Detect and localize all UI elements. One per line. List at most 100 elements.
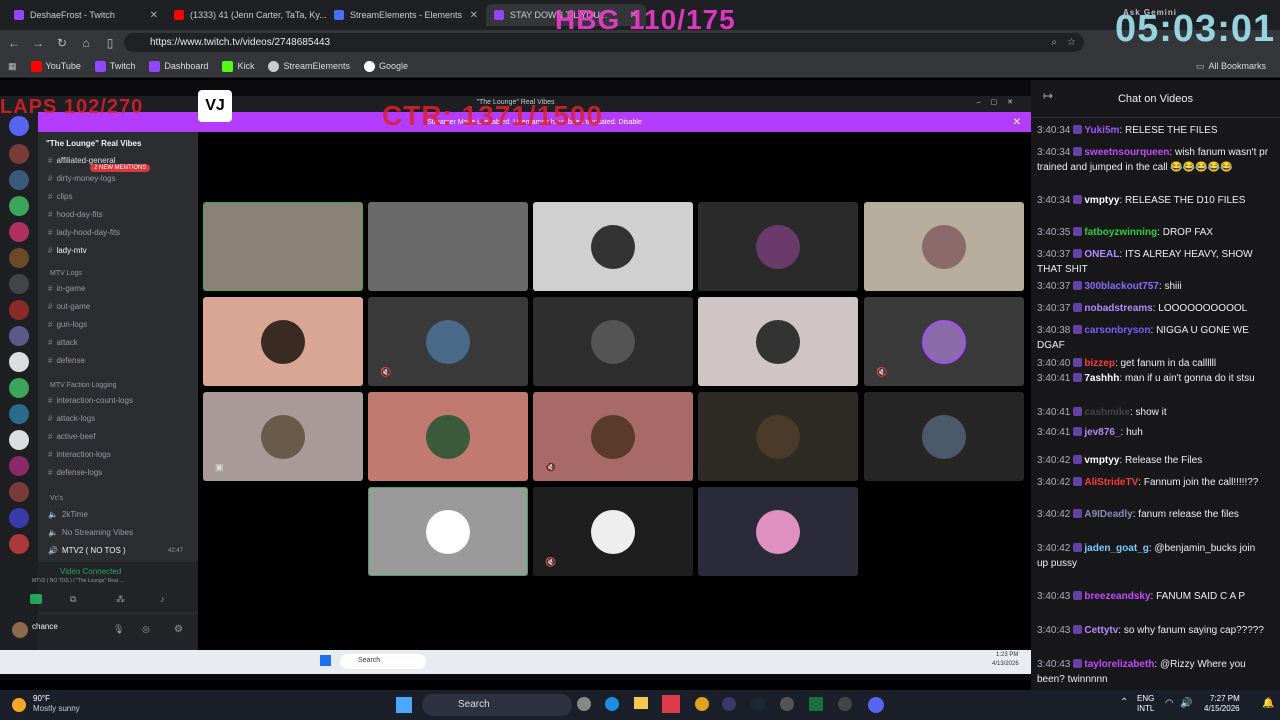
reload-icon[interactable]: ↻ — [50, 36, 74, 50]
mentions-badge[interactable]: 2 NEW MENTIONS — [90, 164, 151, 172]
video-tile[interactable] — [368, 487, 528, 576]
window-controls[interactable]: –▢✕ — [977, 98, 1023, 106]
tab-youtube[interactable]: (1333) 41 (Jenn Carter, TaTa, Ky...✕ — [166, 4, 326, 26]
chat-username[interactable]: jaden_goat_g — [1084, 543, 1148, 554]
video-tile[interactable] — [203, 202, 363, 291]
chat-username[interactable]: Yuki5m — [1084, 125, 1119, 136]
server-icon[interactable] — [9, 170, 29, 190]
ask-gemini-button[interactable]: Ask Gemini — [1123, 8, 1177, 17]
channel-item[interactable]: # hood-day-fits — [48, 210, 103, 219]
channel-item[interactable]: # gun-logs — [48, 320, 87, 329]
server-name[interactable]: "The Lounge" Real Vibes — [46, 139, 141, 148]
chat-username[interactable]: carsonbryson — [1084, 325, 1150, 336]
language-secondary[interactable]: INTL — [1137, 704, 1154, 713]
avatar[interactable] — [12, 622, 28, 638]
chat-username[interactable]: breezeandsky — [1084, 591, 1150, 602]
discord-home-icon[interactable] — [9, 116, 29, 136]
steam-icon[interactable] — [751, 697, 765, 711]
chat-username[interactable]: jev876_ — [1084, 427, 1120, 438]
edge-icon[interactable] — [605, 697, 619, 711]
volume-icon[interactable]: 🔊 — [1180, 698, 1192, 709]
video-tile[interactable] — [698, 297, 858, 386]
channel-item[interactable]: # affiliated-general — [48, 156, 115, 165]
forward-icon[interactable]: → — [26, 36, 50, 50]
channel-item[interactable]: # dirty-money-logs — [48, 174, 116, 183]
video-tile[interactable] — [698, 202, 858, 291]
server-icon[interactable] — [9, 378, 29, 398]
video-tile[interactable]: 🔇 — [864, 297, 1024, 386]
channel-item[interactable]: # defense-logs — [48, 468, 102, 477]
tab-twitch[interactable]: DeshaeFrost - Twitch ✕ — [6, 4, 166, 26]
video-tile[interactable] — [203, 297, 363, 386]
sidebar-icon[interactable]: ▯ — [98, 36, 122, 50]
chat-username[interactable]: 300blackout757 — [1084, 281, 1159, 292]
category-label[interactable]: MTV Faction Logging — [50, 382, 117, 389]
server-icon[interactable] — [9, 430, 29, 450]
channel-item[interactable]: # attack-logs — [48, 414, 95, 423]
bookmark-kick[interactable]: Kick — [222, 60, 254, 72]
zoom-icon[interactable]: ⌕ — [1051, 37, 1057, 48]
video-tile[interactable] — [368, 392, 528, 481]
chat-username[interactable]: AliStrideTV — [1084, 477, 1138, 488]
clock-time[interactable]: 7:27 PM — [1210, 694, 1240, 703]
chat-username[interactable]: vmptyy — [1084, 455, 1119, 466]
video-tile[interactable] — [698, 392, 858, 481]
taskbar-app-icon[interactable] — [662, 695, 680, 713]
video-tile[interactable] — [368, 202, 528, 291]
apps-icon[interactable]: ▦ — [8, 61, 17, 72]
microphone-icon[interactable]: 🎙 — [113, 624, 124, 635]
chat-username[interactable]: Cettytv — [1084, 625, 1118, 636]
bookmark-google[interactable]: Google — [363, 60, 408, 72]
channel-item[interactable]: # lady-mtv — [48, 246, 87, 255]
bookmark-youtube[interactable]: YouTube — [30, 60, 81, 72]
server-icon[interactable] — [9, 534, 29, 554]
chat-username[interactable]: 7ashhh — [1084, 373, 1119, 384]
video-tile[interactable]: ▣ — [203, 392, 363, 481]
video-tile[interactable]: 🔇 — [533, 392, 693, 481]
server-icon[interactable] — [9, 508, 29, 528]
discord-icon[interactable] — [868, 697, 884, 713]
close-icon[interactable]: ✕ — [150, 10, 158, 21]
server-icon[interactable] — [9, 352, 29, 372]
tab-streamelements[interactable]: StreamElements - Elements ✕ — [326, 4, 486, 26]
chat-username[interactable]: fatboyzwinning — [1084, 227, 1157, 238]
chat-username[interactable]: taylorelizabeth — [1084, 659, 1154, 670]
channel-item[interactable]: # defense — [48, 356, 85, 365]
taskbar-app-icon[interactable] — [722, 697, 736, 711]
headphones-icon[interactable]: ◎ — [142, 624, 150, 635]
server-icon[interactable] — [9, 404, 29, 424]
channel-item[interactable]: # attack — [48, 338, 78, 347]
activity-icon[interactable]: ⁂ — [116, 594, 125, 605]
file-explorer-icon[interactable] — [634, 697, 648, 709]
voice-channel[interactable]: 🔊 MTV2 ( NO TOS ) — [48, 546, 126, 555]
chat-username[interactable]: vmptyy — [1084, 195, 1119, 206]
bookmark-dashboard[interactable]: Dashboard — [149, 60, 208, 72]
clock-date[interactable]: 4/15/2026 — [1204, 704, 1240, 713]
excel-icon[interactable] — [809, 697, 823, 711]
channel-item[interactable]: # clips — [48, 192, 72, 201]
windows-start-icon[interactable] — [396, 697, 412, 713]
notification-icon[interactable]: 🔔 — [1262, 698, 1274, 709]
channel-item[interactable]: # lady-hood-day-fits — [48, 228, 120, 237]
home-icon[interactable]: ⌂ — [74, 36, 98, 50]
windows-icon[interactable] — [320, 655, 331, 666]
channel-item[interactable]: # out-game — [48, 302, 90, 311]
back-icon[interactable]: ← — [2, 36, 26, 50]
channel-item[interactable]: # active-beef — [48, 432, 96, 441]
video-tile[interactable] — [864, 392, 1024, 481]
chrome-icon[interactable] — [695, 697, 709, 711]
wifi-icon[interactable]: ◠ — [1165, 698, 1174, 709]
voice-channel[interactable]: 🔈 No Streaming Vibes — [48, 528, 133, 537]
category-label[interactable]: MTV Logs — [50, 270, 82, 277]
close-icon[interactable]: ✕ — [1013, 117, 1021, 128]
server-icon[interactable] — [9, 482, 29, 502]
video-tile[interactable]: 🔇 — [368, 297, 528, 386]
screenshare-icon[interactable]: ⧉ — [70, 594, 76, 605]
video-tile[interactable] — [533, 297, 693, 386]
server-icon[interactable] — [9, 274, 29, 294]
video-tile[interactable]: 🔇 — [533, 487, 693, 576]
server-icon[interactable] — [9, 300, 29, 320]
bookmark-streamelements[interactable]: StreamElements — [268, 60, 350, 72]
channel-item[interactable]: # in-game — [48, 284, 85, 293]
weather-desc[interactable]: Mostly sunny — [33, 704, 80, 713]
